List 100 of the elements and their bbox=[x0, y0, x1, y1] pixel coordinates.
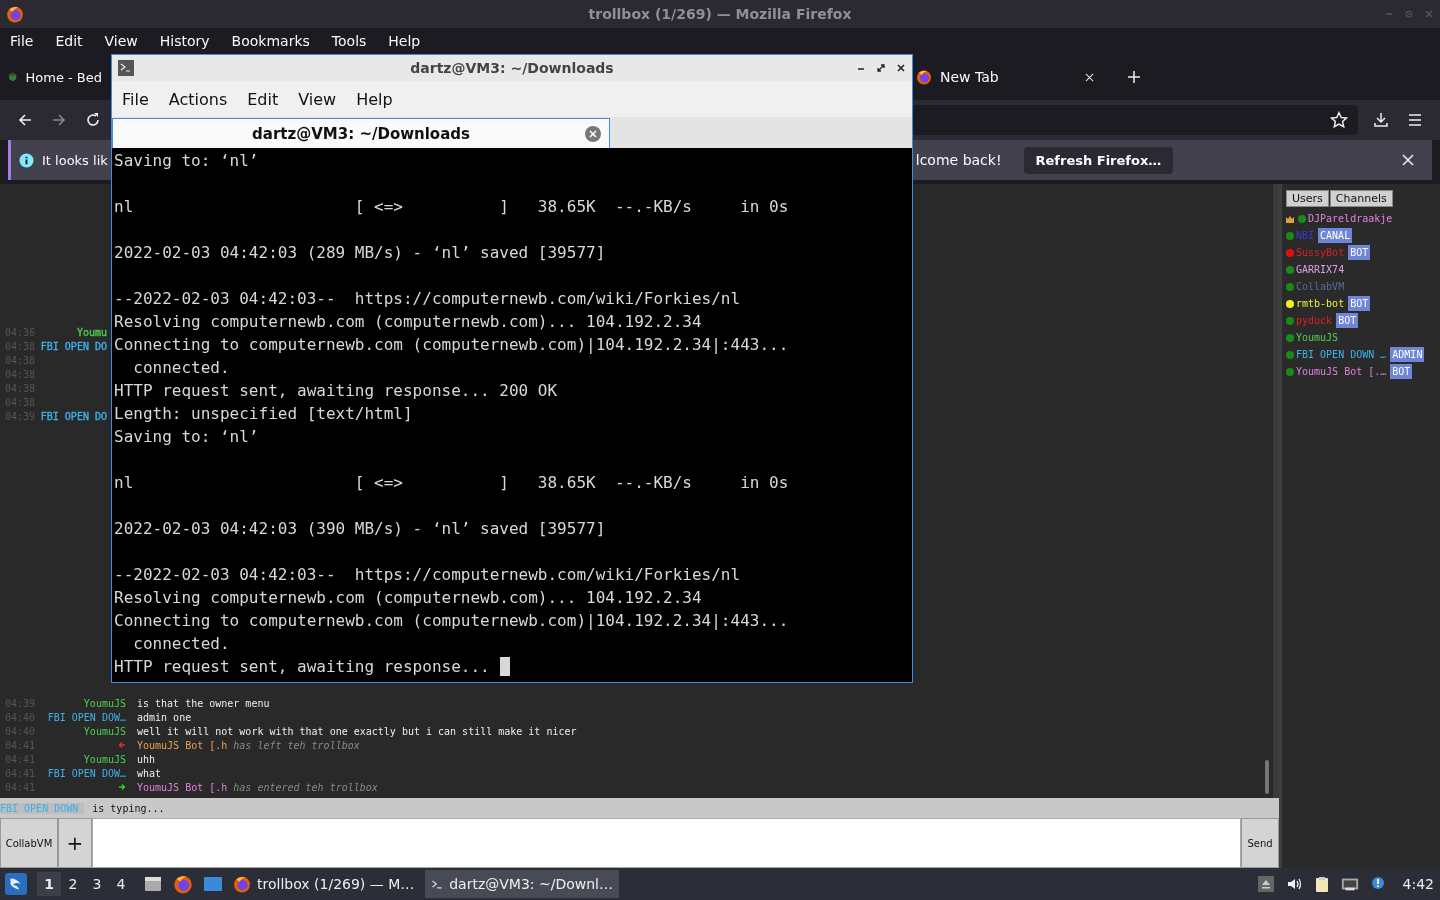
typing-indicator: is typing... bbox=[92, 802, 165, 814]
message-text: admin one bbox=[137, 711, 192, 723]
menu-icon[interactable] bbox=[1407, 112, 1423, 128]
browser-tab[interactable]: New Tab bbox=[916, 71, 1104, 83]
role-badge: BOT bbox=[1348, 296, 1371, 311]
forward-arrow-icon[interactable] bbox=[51, 112, 67, 128]
terminal-line: Resolving computernewb.com (computernewb.com)... 104.192.2.34 bbox=[114, 311, 702, 333]
terminal-line: connected. bbox=[132, 357, 230, 379]
star-icon[interactable] bbox=[1330, 111, 1348, 129]
eject-icon[interactable] bbox=[1256, 876, 1275, 892]
info-icon bbox=[19, 152, 34, 168]
user-name[interactable]: YoumuJS bbox=[1296, 332, 1339, 343]
role-badge: BOT bbox=[1348, 245, 1371, 260]
firefox-icon[interactable] bbox=[173, 874, 193, 894]
menu-item[interactable]: Edit bbox=[55, 33, 83, 49]
user-name[interactable]: DJPareldraakje bbox=[1308, 213, 1393, 224]
clock: 4:42 bbox=[1402, 876, 1434, 892]
role-badge: BOT bbox=[1390, 364, 1413, 379]
user-name[interactable]: FBI OPEN DOWN … bbox=[1296, 349, 1387, 360]
file-manager-icon[interactable] bbox=[143, 874, 163, 894]
menu-item[interactable]: Help bbox=[388, 33, 421, 49]
menu-item[interactable]: File bbox=[10, 33, 34, 49]
window-title: dartz@VM3: ~/Downloads bbox=[410, 60, 614, 76]
user-name: YoumuJS bbox=[83, 697, 126, 709]
menu-item[interactable]: View bbox=[298, 89, 337, 109]
firefox-icon bbox=[233, 875, 251, 893]
terminal-line: HTTP request sent, awaiting response... 200 OK bbox=[114, 380, 558, 402]
close-icon[interactable] bbox=[896, 63, 906, 73]
window-title: trollbox (1/269) — Mozilla Firefox bbox=[588, 6, 852, 22]
menu-item[interactable]: Edit bbox=[247, 89, 279, 109]
desktop-icon[interactable] bbox=[203, 874, 223, 894]
menu-item[interactable]: History bbox=[159, 33, 210, 49]
role-badge: BOT bbox=[1336, 313, 1359, 328]
menu-item[interactable]: View bbox=[104, 33, 138, 49]
terminal-line: nl [ <=> ] 38.65K --.-KB/s in 0s bbox=[114, 196, 789, 218]
message-input[interactable] bbox=[92, 818, 1241, 868]
taskbar-task[interactable]: dartz@VM3: ~/Downl… bbox=[425, 870, 619, 898]
terminal-line: Length: unspecified [text/html] bbox=[114, 403, 413, 425]
plus-icon[interactable] bbox=[1128, 71, 1140, 83]
download-icon[interactable] bbox=[1373, 112, 1389, 128]
terminal-line: --2022-02-03 04:42:03-- https://computernewb.com/wiki/Forkies/nl bbox=[114, 288, 741, 310]
send-button[interactable]: Send bbox=[1241, 818, 1279, 868]
role-badge: CANAL bbox=[1318, 228, 1353, 243]
user-name: YoumuJS bbox=[83, 753, 126, 765]
user-name[interactable]: rmtb-bot bbox=[1296, 298, 1345, 309]
tab-title: New Tab bbox=[940, 69, 999, 85]
taskbar-task[interactable]: trollbox (1/269) — M… bbox=[227, 870, 421, 898]
event-text: has left teh trollbox bbox=[233, 739, 360, 751]
user-name: YoumuJS Bot [.h bbox=[137, 781, 228, 793]
terminal-line: --2022-02-03 04:42:03-- https://computernewb.com/wiki/Forkies/nl bbox=[114, 564, 741, 586]
notification-text: lcome back! bbox=[915, 152, 1002, 168]
message-text: what bbox=[137, 767, 162, 779]
terminal-line: 2022-02-03 04:42:03 (390 MB/s) - ‘nl’ saved [39577] bbox=[114, 518, 606, 540]
add-button[interactable]: + bbox=[58, 818, 92, 868]
right-arrow-icon bbox=[118, 783, 126, 791]
back-arrow-icon[interactable] bbox=[17, 112, 33, 128]
terminal-line: Connecting to computernewb.com (computernewb.com)|104.192.2.34|:443... bbox=[114, 334, 789, 356]
menu-item[interactable]: Help bbox=[356, 89, 393, 109]
start-menu-icon[interactable] bbox=[5, 873, 27, 895]
terminal-line: Connecting to computernewb.com (computernewb.com)|104.192.2.34|:443... bbox=[114, 610, 789, 632]
maximize-icon[interactable] bbox=[876, 63, 886, 73]
workspace-button[interactable]: 4 bbox=[109, 872, 133, 896]
user-name: YoumuJS bbox=[83, 725, 126, 737]
workspace-button[interactable]: 3 bbox=[85, 872, 109, 896]
terminal-line: Resolving computernewb.com (computernewb.com)... 104.192.2.34 bbox=[114, 587, 702, 609]
terminal-line: HTTP request sent, awaiting response... bbox=[114, 656, 491, 678]
terminal-line: nl [ <=> ] 38.65K --.-KB/s in 0s bbox=[114, 472, 789, 494]
terminal-line: Saving to: ‘nl’ bbox=[114, 426, 259, 448]
channel-button[interactable]: CollabVM bbox=[0, 818, 58, 868]
user-name[interactable]: GARRIX74 bbox=[1296, 264, 1345, 275]
user-name: FBI OPEN DO bbox=[40, 410, 107, 422]
user-name: FBI OPEN DOW… bbox=[47, 711, 126, 723]
scrollbar-thumb[interactable] bbox=[1265, 760, 1269, 794]
user-name: FBI OPEN DOW… bbox=[47, 767, 126, 779]
menu-item[interactable]: Actions bbox=[168, 89, 228, 109]
panel-tab[interactable]: Users bbox=[1286, 190, 1329, 207]
terminal-tab[interactable]: dartz@VM3: ~/Downloads bbox=[112, 118, 610, 148]
workspace-button[interactable]: 2 bbox=[61, 872, 85, 896]
firefox-icon bbox=[916, 69, 932, 85]
notification-text: It looks lik bbox=[42, 152, 108, 168]
message-text: is that the owner menu bbox=[137, 697, 270, 709]
terminal-line: 2022-02-03 04:42:03 (289 MB/s) - ‘nl’ saved [39577] bbox=[114, 242, 606, 264]
user-name: FBI OPEN DOWN bbox=[0, 802, 85, 814]
network-icon[interactable] bbox=[1340, 876, 1359, 892]
menu-item[interactable]: Bookmarks bbox=[231, 33, 310, 49]
terminal-icon bbox=[118, 60, 134, 76]
panel-tab[interactable]: Channels bbox=[1329, 190, 1393, 207]
user-name: Youmu bbox=[76, 326, 107, 338]
menu-item[interactable]: Tools bbox=[331, 33, 367, 49]
user-name[interactable]: YoumuJS Bot [.… bbox=[1296, 366, 1387, 377]
firefox-icon bbox=[6, 5, 24, 23]
message-text: uhh bbox=[137, 753, 156, 765]
message-text: well it will not work with that one exactly but i can still make it nicer bbox=[137, 725, 577, 737]
reload-icon[interactable] bbox=[85, 112, 101, 128]
terminal-line: Saving to: ‘nl’ bbox=[114, 150, 259, 172]
tab-title: Home - Bed bbox=[25, 69, 102, 85]
refresh-firefox-button[interactable]: Refresh Firefox… bbox=[1023, 146, 1174, 174]
menu-item[interactable]: File bbox=[122, 89, 149, 109]
workspace-button[interactable]: 1 bbox=[37, 872, 61, 896]
browser-tab[interactable]: Home - Bed bbox=[0, 59, 102, 95]
